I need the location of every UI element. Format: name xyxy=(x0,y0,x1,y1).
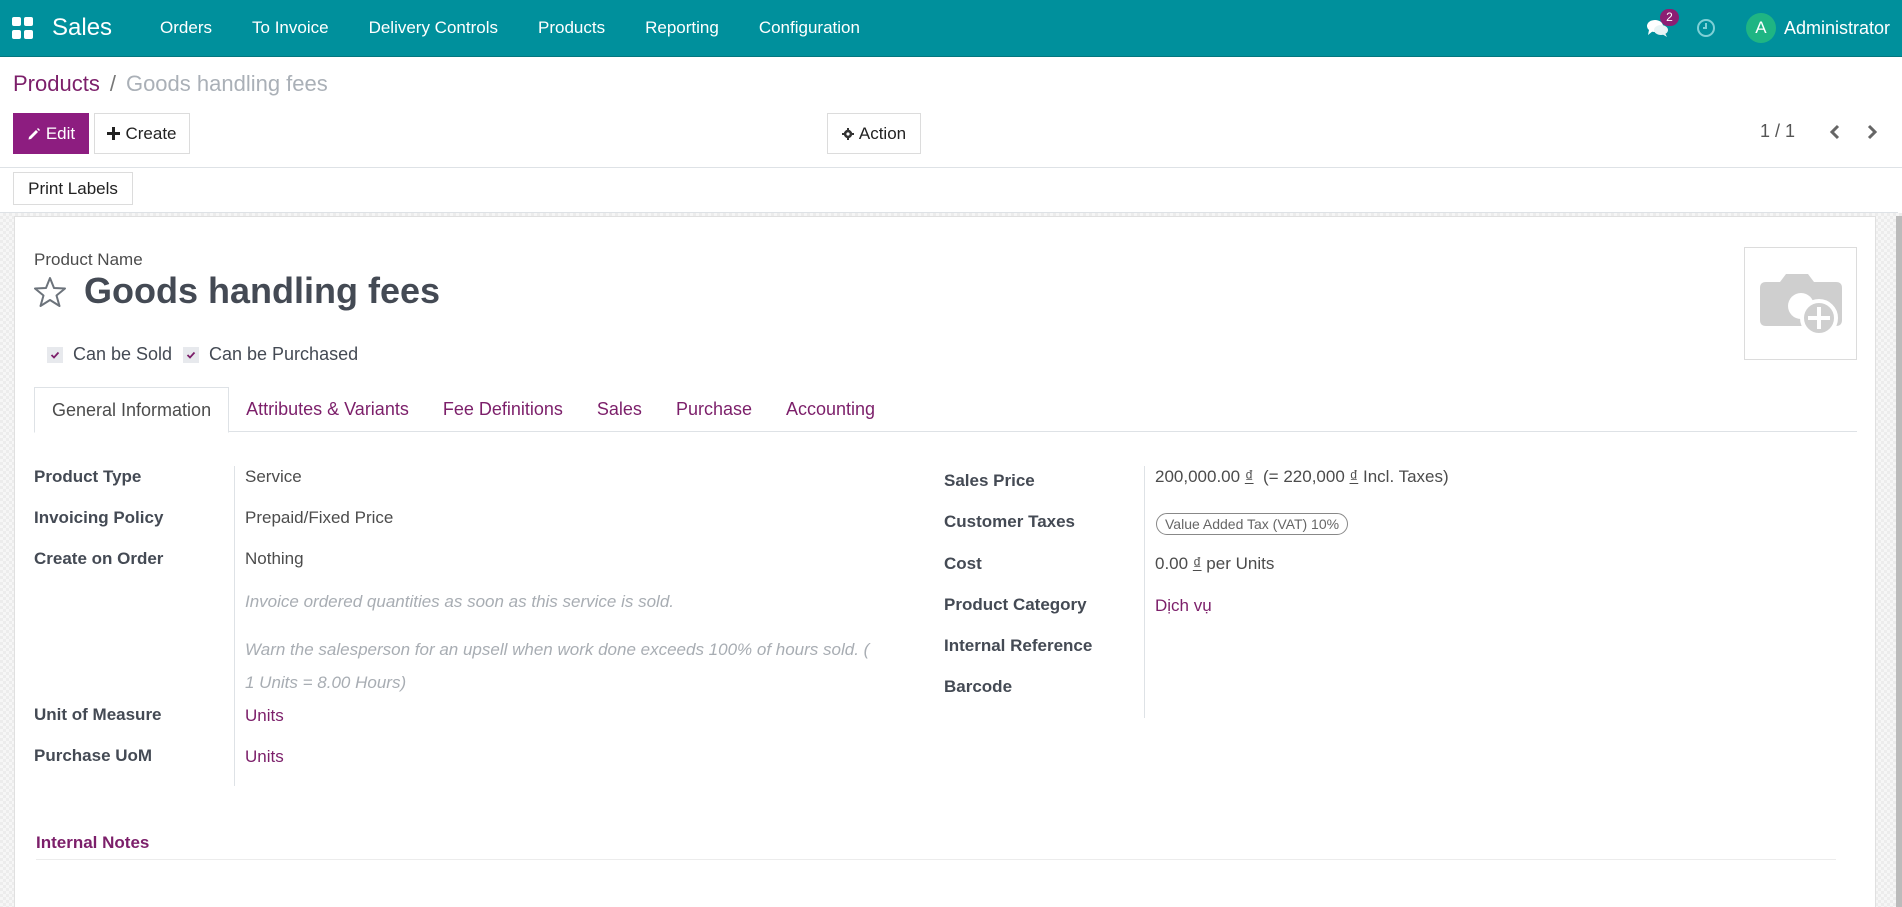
form-tabs: General Information Attributes & Variant… xyxy=(34,387,1857,433)
currency-symbol: ₫ xyxy=(1192,554,1202,573)
product-type-label: Product Type xyxy=(34,467,142,486)
sales-price-value: 200,000.00 ₫ (= 220,000 ₫ Incl. Taxes) xyxy=(1155,467,1449,487)
internal-notes-separator xyxy=(36,859,1836,860)
menu-reporting[interactable]: Reporting xyxy=(625,18,739,38)
uom-label: Unit of Measure xyxy=(34,705,162,724)
checkmark-icon xyxy=(183,346,199,363)
currency-symbol: ₫ xyxy=(1349,467,1359,486)
menu-to-invoice[interactable]: To Invoice xyxy=(232,18,349,38)
create-on-order-label: Create on Order xyxy=(34,549,164,568)
messages-badge: 2 xyxy=(1659,9,1679,26)
menu-orders[interactable]: Orders xyxy=(140,18,232,38)
pager-previous-button[interactable] xyxy=(1826,121,1844,143)
customer-taxes-label: Customer Taxes xyxy=(944,512,1076,531)
pencil-icon xyxy=(27,127,41,141)
invoice-policy-help: Invoice ordered quantities as soon as th… xyxy=(245,592,675,611)
tab-sales[interactable]: Sales xyxy=(580,387,659,432)
breadcrumb-separator: / xyxy=(109,71,116,96)
cost-label: Cost xyxy=(944,554,982,573)
camera-plus-icon xyxy=(1759,273,1842,337)
create-button[interactable]: Create xyxy=(94,113,190,154)
top-navbar: Sales Orders To Invoice Delivery Control… xyxy=(0,0,1902,57)
incl-taxes-label: Incl. Taxes) xyxy=(1362,467,1449,486)
pager-value[interactable]: 1 / 1 xyxy=(1760,121,1795,142)
user-menu[interactable]: Administrator xyxy=(1784,18,1890,39)
vertical-scrollbar[interactable] xyxy=(1896,216,1902,907)
sales-price-amount: 200,000.00 xyxy=(1155,467,1241,486)
menu-delivery-controls[interactable]: Delivery Controls xyxy=(349,18,518,38)
left-group-divider xyxy=(234,466,235,786)
create-on-order-value: Nothing xyxy=(245,549,304,568)
app-name[interactable]: Sales xyxy=(52,14,112,42)
user-avatar[interactable]: A xyxy=(1745,13,1776,43)
can-be-sold-label: Can be Sold xyxy=(73,344,173,364)
breadcrumb-products-link[interactable]: Products xyxy=(13,71,100,97)
checkmark-icon xyxy=(47,346,63,363)
product-category-link[interactable]: Dịch vụ xyxy=(1155,596,1212,616)
breadcrumb: Products / Goods handling fees xyxy=(13,71,328,97)
gear-icon xyxy=(841,127,854,140)
action-dropdown-button[interactable]: Action xyxy=(827,113,921,154)
product-title: Goods handling fees xyxy=(84,270,441,311)
menu-configuration[interactable]: Configuration xyxy=(739,18,880,38)
barcode-label: Barcode xyxy=(944,677,1013,696)
internal-reference-label: Internal Reference xyxy=(944,636,1093,655)
invoicing-policy-value: Prepaid/Fixed Price xyxy=(245,508,394,527)
chevron-left-icon xyxy=(1829,124,1840,140)
price-incl-taxes: (= 220,000 xyxy=(1263,467,1345,486)
purchase-uom-label: Purchase UoM xyxy=(34,746,153,765)
apps-menu-icon[interactable] xyxy=(12,17,34,39)
uom-value-link[interactable]: Units xyxy=(245,706,284,726)
tax-tag-vat: Value Added Tax (VAT) 10% xyxy=(1156,513,1349,535)
product-name-label: Product Name xyxy=(34,250,143,269)
tab-fee-definitions[interactable]: Fee Definitions xyxy=(426,387,580,432)
tab-accounting[interactable]: Accounting xyxy=(769,387,892,432)
upsell-help-line2: 1 Units = 8.00 Hours) xyxy=(245,673,407,692)
product-category-label: Product Category xyxy=(944,595,1087,614)
currency-symbol: ₫ xyxy=(1244,467,1254,486)
cost-unit: per Units xyxy=(1206,554,1275,573)
form-statusbar: Print Labels xyxy=(0,168,1898,213)
pager-next-button[interactable] xyxy=(1863,121,1881,143)
menu-products[interactable]: Products xyxy=(518,18,625,38)
can-be-sold-checkbox[interactable]: Can be Sold xyxy=(47,344,172,365)
plus-icon xyxy=(107,127,121,140)
favorite-star-icon[interactable] xyxy=(34,276,66,308)
can-be-purchased-checkbox[interactable]: Can be Purchased xyxy=(183,344,358,365)
can-be-purchased-label: Can be Purchased xyxy=(209,344,359,364)
activity-clock-icon[interactable] xyxy=(1696,18,1716,38)
create-label: Create xyxy=(125,123,177,143)
print-labels-button[interactable]: Print Labels xyxy=(13,172,133,205)
tab-general-information[interactable]: General Information xyxy=(34,387,230,433)
internal-notes-title: Internal Notes xyxy=(36,833,150,852)
sales-price-label: Sales Price xyxy=(944,471,1035,490)
cost-value: 0.00 ₫ per Units xyxy=(1155,554,1274,574)
upsell-help-line1: Warn the salesperson for an upsell when … xyxy=(245,640,870,659)
right-group-divider xyxy=(1144,466,1145,718)
edit-button[interactable]: Edit xyxy=(13,113,89,154)
breadcrumb-current: Goods handling fees xyxy=(125,71,328,96)
invoicing-policy-label: Invoicing Policy xyxy=(34,508,164,527)
product-image-upload[interactable] xyxy=(1744,247,1857,360)
edit-label: Edit xyxy=(45,123,76,143)
cost-amount: 0.00 xyxy=(1155,554,1189,573)
purchase-uom-value-link[interactable]: Units xyxy=(245,747,284,767)
chevron-right-icon xyxy=(1867,124,1878,140)
product-type-value: Service xyxy=(245,467,302,486)
tab-purchase[interactable]: Purchase xyxy=(659,387,769,432)
tab-attributes-variants[interactable]: Attributes & Variants xyxy=(229,387,426,432)
action-label: Action xyxy=(858,123,907,143)
messages-button[interactable]: 2 xyxy=(1646,9,1679,38)
